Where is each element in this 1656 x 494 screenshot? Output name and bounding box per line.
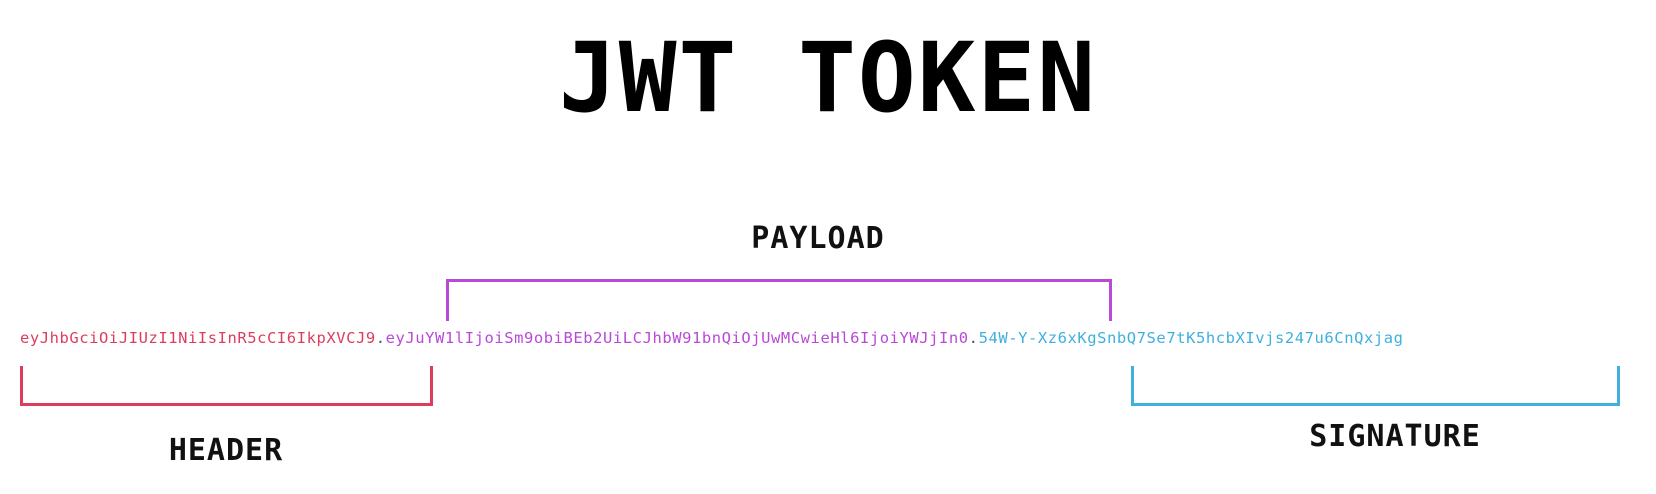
header-bracket xyxy=(20,366,433,406)
jwt-token-string: eyJhbGciOiJIUzI1NiIsInR5cCI6IkpXVCJ9.eyJ… xyxy=(20,329,1404,347)
signature-label: SIGNATURE xyxy=(1309,419,1481,454)
token-separator-2: . xyxy=(968,329,979,347)
token-header-segment: eyJhbGciOiJIUzI1NiIsInR5cCI6IkpXVCJ9 xyxy=(20,329,376,347)
signature-bracket xyxy=(1131,366,1620,406)
payload-bracket xyxy=(446,279,1112,321)
token-signature-segment: 54W-Y-Xz6xKgSnbQ7Se7tK5hcbXIvjs247u6CnQx… xyxy=(978,329,1404,347)
diagram-title: JWT TOKEN xyxy=(558,22,1098,134)
header-label: HEADER xyxy=(168,433,284,468)
token-payload-segment: eyJuYW1lIjoiSm9obiBEb2UiLCJhbW91bnQiOjUw… xyxy=(385,329,969,347)
payload-label: PAYLOAD xyxy=(751,221,885,256)
token-separator-1: . xyxy=(375,329,386,347)
